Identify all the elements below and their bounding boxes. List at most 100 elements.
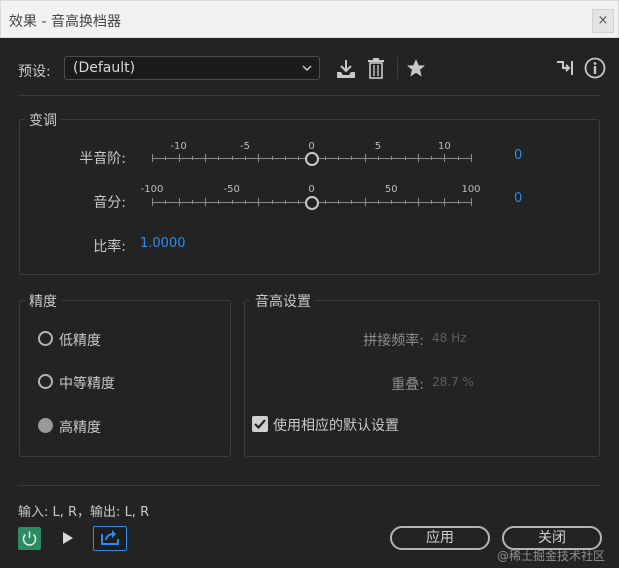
cents-thumb[interactable] [304,196,319,210]
cents-tick [351,200,352,204]
cents-tick [338,200,339,204]
overlap-label: 重叠: [391,377,424,393]
cents-tick-label: 50 [384,184,398,195]
cents-tick [285,200,286,204]
medium-precision-label: 中等精度 [59,376,115,392]
cents-tick [444,198,445,206]
semitones-tick [258,154,259,162]
cents-tick-label: 100 [461,184,481,195]
semitones-tick [458,156,459,160]
transpose-group-title: 变调 [25,110,61,130]
high-precision-label: 高精度 [59,420,101,436]
divider [18,95,600,96]
semitones-tick [285,156,286,160]
semitones-tick [365,154,366,162]
io-routing-text: 输入: L, R，输出: L, R [18,505,150,520]
splice-frequency-label: 拼接频率: [363,333,424,349]
cents-tick [391,200,392,204]
semitones-tick [418,154,419,162]
title-bar: 效果 - 音高换档器 × [0,0,619,38]
semitones-tick [232,156,233,160]
cents-tick [471,198,472,206]
semitones-tick [405,156,406,160]
play-icon[interactable] [60,530,76,546]
close-window-button[interactable]: × [592,9,614,33]
ratio-label: 比率: [93,239,126,255]
semitones-thumb[interactable] [304,152,319,166]
cents-tick [152,198,153,206]
semitones-tick [152,154,153,162]
divider [18,485,600,486]
cents-tick [205,198,206,206]
semitones-tick [218,156,219,160]
semitones-tick [272,156,273,160]
export-icon [101,530,119,545]
semitones-tick [298,156,299,160]
preset-row: 预设: (Default) [0,52,619,86]
cents-tick [179,198,180,206]
ratio-value: 1.0000 [140,236,186,251]
download-icon[interactable] [335,58,357,80]
low-precision-label: 低精度 [59,333,101,349]
cents-tick [258,198,259,206]
semitones-tick-label: 5 [374,141,382,152]
cents-tick-label: 0 [308,184,315,195]
semitones-tick [378,156,379,160]
cents-value[interactable]: 0 [514,191,522,206]
check-icon [254,419,266,430]
semitones-tick-label: 10 [438,141,451,152]
radio-low-precision[interactable] [38,331,53,346]
semitones-value[interactable]: 0 [514,148,522,163]
precision-group-title: 精度 [25,291,61,311]
toolbar-separator [397,57,398,79]
chevron-down-icon [302,65,312,72]
info-icon[interactable] [584,57,606,79]
semitones-tick [192,156,193,160]
cents-tick [405,200,406,204]
preset-select[interactable]: (Default) [64,56,320,80]
default-settings-label: 使用相应的默认设置 [273,418,399,434]
cents-tick [378,200,379,204]
semitones-tick [165,156,166,160]
routing-icon[interactable] [555,59,575,77]
semitones-tick-label: -10 [170,141,187,152]
cents-tick [458,200,459,204]
semitones-tick-label: 0 [308,141,315,152]
cents-label: 音分: [93,195,126,211]
semitones-tick [471,154,472,162]
cents-tick [232,200,233,204]
semitones-tick [325,156,326,160]
splice-frequency-value: 48 Hz [432,331,467,345]
apply-to-selection-button[interactable] [93,526,127,551]
apply-button[interactable]: 应用 [390,526,490,550]
semitones-tick-label: -5 [240,141,251,152]
radio-medium-precision[interactable] [38,374,53,389]
preset-value: (Default) [73,60,136,76]
cents-tick-label: -50 [223,184,240,195]
preset-label: 预设: [18,64,51,80]
cents-tick [431,200,432,204]
cents-tick [325,200,326,204]
window-title: 效果 - 音高换档器 [9,14,121,30]
semitones-tick [179,154,180,162]
semitones-tick [338,156,339,160]
cents-tick [418,198,419,206]
semitones-tick [431,156,432,160]
cents-tick [245,200,246,204]
cents-tick [165,200,166,204]
power-icon [22,531,37,546]
radio-high-precision[interactable] [38,418,53,433]
cents-tick [298,200,299,204]
overlap-value: 28.7 % [432,375,474,389]
power-toggle-button[interactable] [18,527,41,550]
cents-tick [365,198,366,206]
semitones-tick [205,154,206,162]
cents-tick-label: -100 [140,184,164,195]
trash-icon[interactable] [367,57,385,79]
default-settings-checkbox[interactable] [252,416,268,432]
cents-tick [192,200,193,204]
semitones-label: 半音阶: [79,151,126,167]
watermark: @稀土掘金技术社区 [497,549,606,563]
cents-tick [218,200,219,204]
star-icon[interactable] [406,58,426,78]
